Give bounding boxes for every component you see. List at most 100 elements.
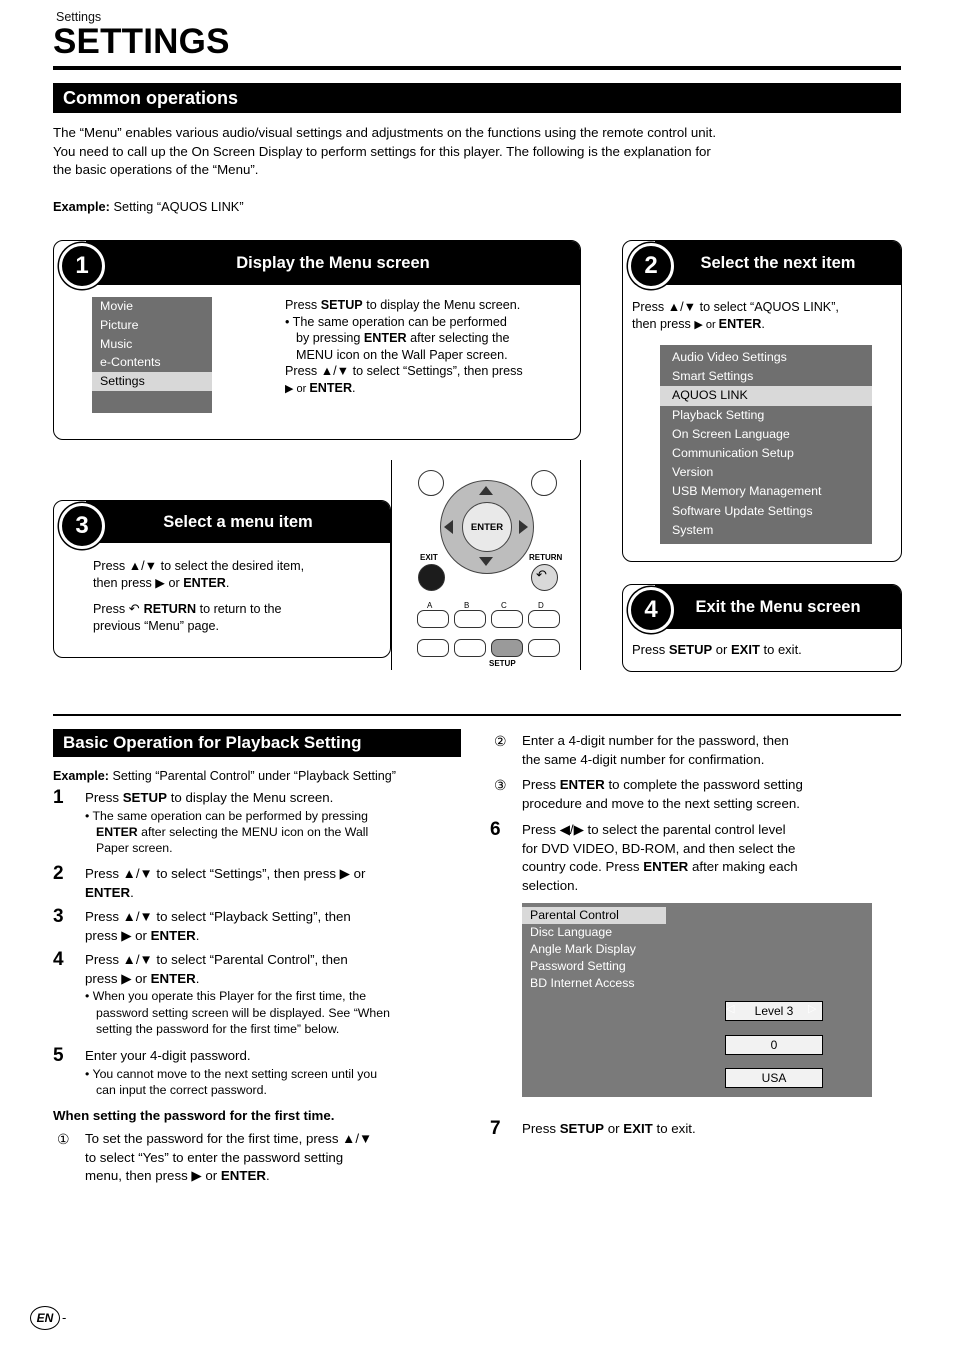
color-button-a-label: A — [427, 601, 433, 610]
remote-bottom-button-4[interactable] — [528, 639, 560, 657]
playback-step-3-line-2: press ▶ or ENTER. — [85, 927, 200, 943]
menu-item-music[interactable]: Music — [92, 335, 212, 354]
page-number: - — [62, 1310, 67, 1325]
color-button-d[interactable] — [528, 610, 560, 628]
settings-item-software-update-settings[interactable]: Software Update Settings — [660, 502, 872, 521]
playback-step-2: Press ▲/▼ to select “Settings”, then pre… — [85, 865, 475, 902]
example-text: Setting “AQUOS LINK” — [109, 199, 244, 214]
dpad-right-icon[interactable] — [519, 520, 528, 534]
level-left-arrow-icon[interactable]: ◁ — [726, 1002, 734, 1015]
settings-item-aquos-link[interactable]: AQUOS LINK — [660, 386, 872, 406]
rating-value[interactable]: 0 — [725, 1035, 823, 1055]
right-step-6-line-4: selection. — [522, 877, 579, 893]
pc-row-angle-mark-display[interactable]: Angle Mark Display — [522, 941, 872, 958]
level-right-arrow-icon[interactable]: ▷ — [808, 1002, 816, 1015]
common-example: Example: Setting “AQUOS LINK” — [53, 198, 553, 217]
right-step-6-line-3: country code. Press ENTER after making e… — [522, 859, 798, 875]
first-time-line-3: menu, then press ▶ or ENTER. — [85, 1168, 270, 1184]
pc-row-disc-language[interactable]: Disc Language — [522, 924, 872, 941]
step-1-number: 1 — [59, 243, 105, 289]
settings-item-version[interactable]: Version — [660, 463, 872, 482]
step-1-menu-screen: Movie Picture Music e-Contents Settings — [92, 297, 212, 413]
remote-top-right-button[interactable] — [531, 470, 557, 496]
step-2-title: Select the next item — [700, 253, 856, 272]
playback-step-5-line-1: Enter your 4-digit password. — [85, 1048, 251, 1063]
settings-item-playback-setting[interactable]: Playback Setting — [660, 406, 872, 425]
step-2-menu-screen: Audio Video Settings Smart Settings AQUO… — [660, 345, 872, 544]
first-time-line-2: to select “Yes” to enter the password se… — [85, 1149, 344, 1165]
playback-example-text: Setting “Parental Control” under “Playba… — [109, 769, 396, 783]
color-button-a[interactable] — [417, 610, 449, 628]
step-1-line-1: Press SETUP to display the Menu screen. — [285, 298, 521, 312]
menu-item-e-contents[interactable]: e-Contents — [92, 353, 212, 372]
menu-item-settings[interactable]: Settings — [92, 372, 212, 391]
section-divider — [53, 714, 901, 716]
step-1-body: Press SETUP to display the Menu screen. … — [285, 297, 573, 398]
right-step-6-line-2: for DVD VIDEO, BD-ROM, and then select t… — [522, 840, 796, 856]
playback-step-1-sub: • The same operation can be performed by… — [85, 808, 369, 856]
circled-num-2: ② — [494, 733, 507, 749]
remote-enter-button[interactable]: ENTER — [462, 502, 512, 552]
pc-row-password-setting[interactable]: Password Setting — [522, 958, 872, 975]
step-num-1: 1 — [53, 787, 64, 808]
remote-bottom-button-1[interactable] — [417, 639, 449, 657]
settings-item-on-screen-language[interactable]: On Screen Language — [660, 425, 872, 444]
settings-item-system[interactable]: System — [660, 521, 872, 540]
playback-step-4: Press ▲/▼ to select “Parental Control”, … — [85, 951, 475, 1037]
country-code-value[interactable]: USA — [725, 1068, 823, 1088]
step-4-body: Press SETUP or EXIT to exit. — [632, 642, 802, 657]
step-3-line-3: Press ↶ RETURN to return to the — [93, 601, 282, 617]
menu-item-picture[interactable]: Picture — [92, 316, 212, 335]
step-2-title-bar: Select the next item — [655, 241, 901, 285]
first-time-line-1: To set the password for the first time, … — [85, 1131, 373, 1146]
right-step-3-line-2: procedure and move to the next setting s… — [522, 795, 800, 811]
remote-top-left-button[interactable] — [418, 470, 444, 496]
color-button-b[interactable] — [454, 610, 486, 628]
step-2-body: Press ▲/▼ to select “AQUOS LINK”, then p… — [632, 299, 898, 333]
dpad-down-icon[interactable] — [479, 557, 493, 566]
right-step-3: Press ENTER to complete the password set… — [522, 776, 912, 813]
dpad-up-icon[interactable] — [479, 486, 493, 495]
step-num-7: 7 — [490, 1118, 501, 1139]
step-num-5: 5 — [53, 1045, 64, 1066]
color-button-b-label: B — [464, 601, 470, 610]
color-button-d-label: D — [538, 601, 544, 610]
color-button-c[interactable] — [491, 610, 523, 628]
step-3-title: Select a menu item — [163, 512, 313, 531]
right-step-2-line-1: Enter a 4-digit number for the password,… — [522, 733, 789, 748]
remote-bottom-button-2[interactable] — [454, 639, 486, 657]
paragraph-line-3: the basic operations of the “Menu”. — [53, 162, 259, 177]
step-3-line-1: Press ▲/▼ to select the desired item, — [93, 559, 305, 573]
return-arrow-icon: ↶ — [536, 567, 547, 582]
language-badge: EN — [30, 1306, 60, 1330]
remote-setup-caption: SETUP — [489, 659, 516, 668]
step-1-line-2: Press ▲/▼ to select “Settings”, then pre… — [285, 364, 523, 395]
right-step-6: Press ◀/▶ to select the parental control… — [522, 821, 912, 895]
step-num-4: 4 — [53, 949, 64, 970]
remote-setup-button[interactable] — [491, 639, 523, 657]
circled-num-3: ③ — [494, 777, 507, 793]
section-bar-basic-operation-label: Basic Operation for Playback Setting — [63, 733, 362, 752]
playback-example: Example: Setting “Parental Control” unde… — [53, 767, 473, 786]
section-bar-basic-operation: Basic Operation for Playback Setting — [53, 729, 461, 757]
step-3-line-4: previous “Menu” page. — [93, 618, 220, 633]
menu-item-movie[interactable]: Movie — [92, 297, 212, 316]
settings-item-smart-settings[interactable]: Smart Settings — [660, 367, 872, 386]
remote-enter-label: ENTER — [470, 521, 504, 533]
dpad-left-icon[interactable] — [444, 520, 453, 534]
playback-step-4-line-1: Press ▲/▼ to select “Parental Control”, … — [85, 952, 348, 967]
step-num-6: 6 — [490, 819, 501, 840]
settings-item-usb-memory-management[interactable]: USB Memory Management — [660, 482, 872, 501]
step-1-bullet: • The same operation can be performed by… — [285, 314, 510, 362]
first-time-step-1: To set the password for the first time, … — [85, 1130, 475, 1186]
pc-row-parental-control[interactable]: Parental Control — [522, 907, 666, 924]
remote-exit-button[interactable] — [418, 564, 445, 591]
common-operations-paragraph: The “Menu” enables various audio/visual … — [53, 124, 909, 180]
remote-return-caption: RETURN — [529, 553, 563, 562]
pc-row-bd-internet-access[interactable]: BD Internet Access — [522, 975, 872, 992]
right-step-3-line-1: Press ENTER to complete the password set… — [522, 777, 803, 792]
settings-item-communication-setup[interactable]: Communication Setup — [660, 444, 872, 463]
example-label: Example: — [53, 199, 110, 214]
remote-exit-caption: EXIT — [420, 553, 438, 562]
settings-item-audio-video-settings[interactable]: Audio Video Settings — [660, 348, 872, 367]
